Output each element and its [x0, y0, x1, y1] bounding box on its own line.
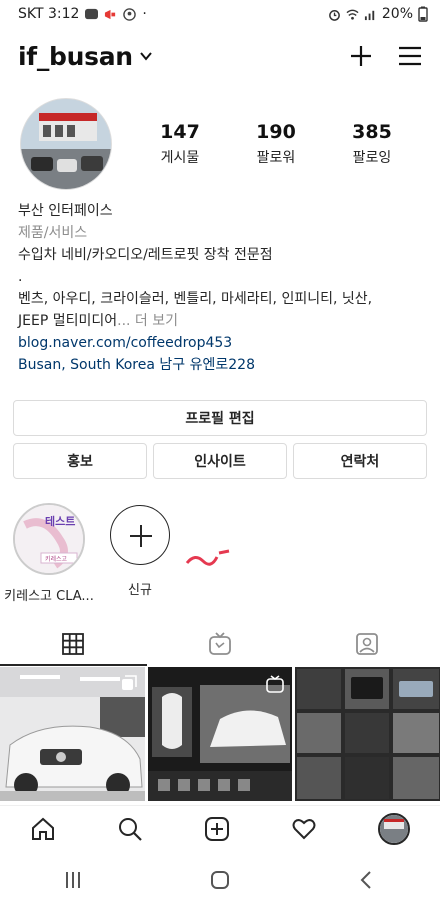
stat-posts-label: 게시물 [160, 150, 200, 166]
home-button-icon[interactable] [209, 869, 231, 891]
promote-button[interactable]: 홍보 [13, 443, 147, 479]
create-post-icon[interactable] [204, 816, 230, 842]
grid-icon [62, 633, 85, 655]
account-icon [123, 7, 137, 21]
highlight-cover-text-top: 테스트 [45, 515, 76, 528]
stat-followers-label: 팔로워 [256, 150, 296, 166]
website-link[interactable]: blog.naver.com/coffeedrop453 [18, 332, 428, 354]
post-thumbnail[interactable] [0, 667, 145, 801]
search-icon[interactable] [117, 816, 143, 842]
highlight-cover-text-bottom: 키레스고 [45, 556, 68, 563]
profile-header: if_busan [0, 34, 440, 78]
bio-line-3: 벤츠, 아우디, 크라이슬러, 벤틀리, 마세라티, 인피니티, 닛산, [18, 291, 373, 307]
stat-following-label: 팔로잉 [352, 150, 392, 166]
bio-line-4-wrap: JEEP 멀티미디어... 더 보기 [18, 310, 428, 332]
heart-icon[interactable] [291, 816, 317, 842]
alarm-icon [328, 9, 340, 21]
stat-followers-count: 190 [256, 121, 296, 143]
stat-following[interactable]: 385 팔로잉 [327, 121, 417, 167]
avatar-photo [21, 99, 111, 189]
edit-profile-button[interactable]: 프로필 편집 [13, 400, 427, 436]
tagged-icon [355, 633, 378, 655]
post-thumbnail[interactable] [147, 667, 293, 801]
username[interactable]: if_busan [18, 42, 133, 71]
stat-followers[interactable]: 190 팔로워 [231, 121, 321, 167]
battery-icon [418, 6, 428, 22]
tab-grid[interactable] [0, 622, 147, 666]
igtv-badge-icon [266, 675, 285, 693]
recent-apps-icon[interactable] [62, 869, 84, 891]
story-highlights: 테스트 키레스고 키레스고 CLA... 신규 [0, 503, 440, 604]
chevron-down-icon[interactable] [139, 49, 153, 63]
highlight-item[interactable]: 테스트 키레스고 키레스고 CLA... [4, 503, 94, 604]
new-highlight-item[interactable]: 신규 [95, 503, 185, 598]
megaphone-icon [105, 9, 116, 19]
profile-tab-avatar[interactable] [377, 812, 410, 845]
bio-line-2: . [18, 269, 23, 285]
contact-button[interactable]: 연락처 [293, 443, 427, 479]
post-image [295, 667, 440, 801]
profile-category: 제품/서비스 [18, 225, 88, 241]
status-dot: · [142, 6, 147, 22]
signal-icon [364, 10, 375, 20]
bio-line-4: JEEP 멀티미디어 [18, 313, 118, 329]
tab-igtv[interactable] [147, 622, 294, 666]
profile-tabs [0, 622, 440, 666]
home-icon[interactable] [30, 816, 56, 842]
stat-posts-count: 147 [160, 121, 200, 143]
profile-stats: 147 게시물 190 팔로워 385 팔로잉 [132, 121, 420, 167]
profile-summary: 147 게시물 190 팔로워 385 팔로잉 [20, 96, 420, 192]
profile-mini-avatar [379, 814, 408, 843]
stat-following-count: 385 [352, 121, 392, 143]
avatar[interactable] [20, 98, 112, 190]
new-highlight-label: 신규 [128, 583, 152, 598]
profile-display-name: 부산 인터페이스 [18, 203, 113, 219]
see-more-link[interactable]: ... 더 보기 [117, 313, 178, 329]
status-time: SKT 3:12 [18, 6, 80, 22]
carousel-icon [121, 675, 137, 690]
battery-percent: 20% [381, 6, 413, 22]
wifi-icon [346, 9, 359, 20]
menu-icon[interactable] [398, 46, 422, 66]
insights-button[interactable]: 인사이트 [153, 443, 287, 479]
highlight-cover: 테스트 키레스고 [13, 503, 85, 575]
new-post-plus-icon[interactable] [350, 45, 372, 67]
tab-tagged[interactable] [293, 622, 440, 666]
talk-icon [85, 8, 99, 19]
profile-bio: 부산 인터페이스 제품/서비스 수입차 네비/카오디오/레트로핏 장착 전문점 … [18, 200, 428, 376]
plus-icon [130, 525, 152, 547]
new-highlight-circle [110, 505, 170, 565]
highlight-label: 키레스고 CLA... [4, 589, 94, 604]
loading-spinner-icon [185, 549, 230, 566]
post-thumbnail[interactable] [295, 667, 440, 801]
stat-posts[interactable]: 147 게시물 [135, 121, 225, 167]
bio-line-1: 수입차 네비/카오디오/레트로핏 장착 전문점 [18, 247, 273, 263]
location-link[interactable]: Busan, South Korea 남구 유엔로228 [18, 354, 428, 376]
posts-grid [0, 667, 440, 801]
back-icon[interactable] [356, 869, 378, 891]
system-navigation [0, 856, 440, 904]
bottom-navigation [0, 805, 440, 851]
igtv-icon [209, 632, 231, 655]
status-bar: SKT 3:12 · 20% [0, 0, 440, 28]
